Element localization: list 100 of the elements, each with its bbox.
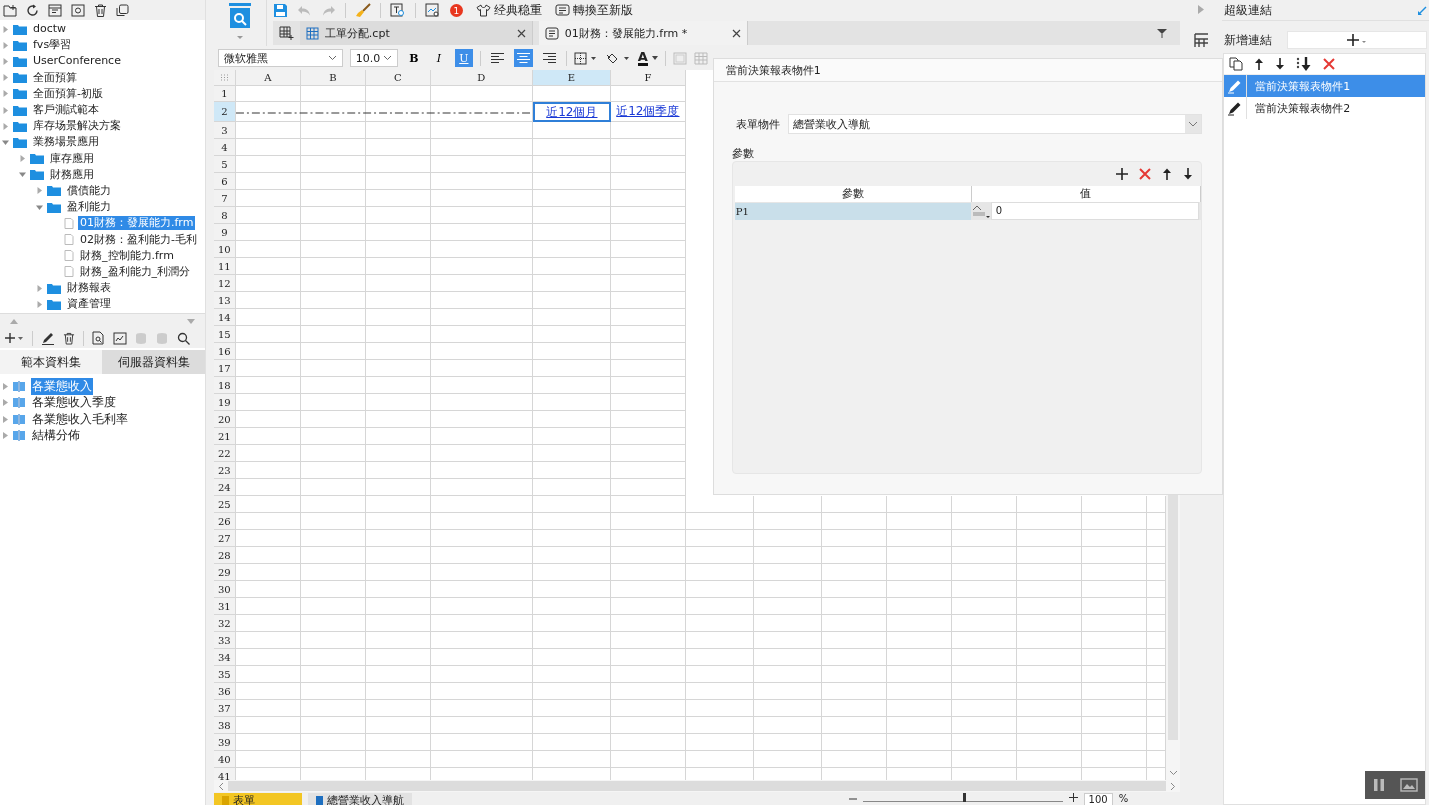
new-sheet-icon[interactable] bbox=[278, 26, 294, 40]
sheet-tab[interactable]: 總營業收入導航 bbox=[307, 793, 412, 805]
form-object-dropdown[interactable]: 總營業收入導航 bbox=[787, 114, 1202, 134]
column-header[interactable]: B bbox=[300, 70, 366, 86]
row-header[interactable]: 9 bbox=[213, 224, 236, 241]
file-search-icon[interactable] bbox=[92, 331, 105, 345]
window-icon[interactable] bbox=[48, 3, 62, 17]
tree-item[interactable]: 償債能力 bbox=[65, 183, 113, 198]
expander-icon[interactable] bbox=[2, 122, 9, 130]
brush-icon[interactable] bbox=[354, 3, 371, 18]
row-header[interactable]: 29 bbox=[213, 564, 236, 581]
arrow-up-icon[interactable] bbox=[1161, 168, 1172, 180]
delete-icon[interactable] bbox=[1323, 58, 1336, 70]
expander-icon[interactable] bbox=[2, 41, 9, 49]
expander-icon[interactable] bbox=[3, 382, 8, 390]
table-cell[interactable]: P1 bbox=[734, 202, 971, 220]
tree-item[interactable]: UserConference bbox=[31, 54, 123, 69]
pause-icon[interactable] bbox=[1372, 778, 1385, 792]
link-item[interactable]: 當前決策報表物件2 bbox=[1224, 97, 1425, 119]
row-header[interactable]: 32 bbox=[213, 615, 236, 632]
row-header[interactable]: 30 bbox=[213, 581, 236, 598]
link-cell[interactable]: 近12個月 bbox=[532, 102, 611, 122]
row-header[interactable]: 36 bbox=[213, 683, 236, 700]
row-header[interactable]: 22 bbox=[213, 445, 236, 462]
dataset-tab[interactable]: 伺服器資料集 bbox=[102, 350, 205, 374]
chevron-right-icon[interactable] bbox=[1170, 781, 1177, 791]
expander-icon[interactable] bbox=[2, 25, 9, 33]
edit-document-icon[interactable] bbox=[113, 331, 127, 345]
row-header[interactable]: 5 bbox=[213, 156, 236, 173]
border-dropdown-icon[interactable] bbox=[573, 51, 598, 65]
delete-icon[interactable] bbox=[1138, 168, 1151, 180]
row-header[interactable]: 17 bbox=[213, 360, 236, 377]
row-header[interactable]: 15 bbox=[213, 326, 236, 343]
row-header[interactable]: 25 bbox=[213, 496, 236, 513]
row-header[interactable]: 31 bbox=[213, 598, 236, 615]
tree-item[interactable]: 全面預算-初版 bbox=[31, 86, 105, 101]
tree-item[interactable]: 01財務：發展能力.frm bbox=[78, 216, 196, 231]
zoom-slider[interactable] bbox=[862, 793, 1063, 802]
row-header[interactable]: 1 bbox=[213, 86, 236, 102]
zoom-field[interactable]: 100 bbox=[1083, 793, 1113, 805]
save-icon[interactable] bbox=[272, 3, 288, 18]
add-dropdown-icon[interactable] bbox=[4, 332, 24, 344]
row-header[interactable]: 35 bbox=[213, 666, 236, 683]
preview-icon[interactable] bbox=[424, 3, 441, 18]
tree-item[interactable]: 客戶測試範本 bbox=[31, 103, 101, 118]
row-header[interactable]: 39 bbox=[213, 734, 236, 751]
row-header[interactable]: 24 bbox=[213, 479, 236, 496]
layout-icon[interactable] bbox=[1193, 33, 1209, 48]
tree-item[interactable]: 库存场景解决方案 bbox=[31, 119, 123, 134]
refresh-icon[interactable] bbox=[26, 3, 39, 17]
collapse-up-icon[interactable] bbox=[10, 318, 18, 324]
trash-icon[interactable] bbox=[63, 331, 75, 345]
tree-item[interactable]: 財務_盈利能力_利潤分 bbox=[78, 264, 192, 279]
expand-right-icon[interactable] bbox=[1198, 5, 1205, 14]
notification-badge[interactable]: 1 bbox=[449, 4, 463, 17]
row-header[interactable]: 34 bbox=[213, 649, 236, 666]
text-style-button[interactable]: I bbox=[429, 49, 448, 67]
tree-item[interactable]: 盈利能力 bbox=[65, 200, 113, 215]
row-header[interactable]: 28 bbox=[213, 547, 236, 564]
row-header[interactable]: 14 bbox=[213, 309, 236, 326]
pencil-icon[interactable] bbox=[41, 331, 55, 345]
expander-icon[interactable] bbox=[19, 155, 26, 163]
expander-icon[interactable] bbox=[36, 187, 43, 195]
expander-icon[interactable] bbox=[2, 90, 9, 98]
row-header[interactable]: 2 bbox=[213, 102, 236, 122]
dataset-item[interactable]: 各業態收入季度 bbox=[31, 394, 117, 412]
expander-icon[interactable] bbox=[3, 432, 8, 440]
search-icon[interactable] bbox=[177, 331, 190, 345]
value-field[interactable]: 0 bbox=[990, 202, 1199, 220]
row-header[interactable]: 4 bbox=[213, 139, 236, 156]
row-header[interactable]: 16 bbox=[213, 343, 236, 360]
scrollbar-thumb[interactable] bbox=[227, 781, 1167, 791]
row-header[interactable]: 26 bbox=[213, 513, 236, 530]
row-header[interactable]: 18 bbox=[213, 377, 236, 394]
tree-item[interactable]: 02財務：盈利能力-毛利 bbox=[78, 232, 199, 247]
expander-icon[interactable] bbox=[2, 74, 9, 82]
column-header[interactable]: A bbox=[235, 70, 301, 86]
close-icon[interactable] bbox=[516, 28, 526, 38]
row-header[interactable]: 33 bbox=[213, 632, 236, 649]
editor-tab[interactable]: 01財務：發展能力.frm * bbox=[538, 21, 748, 45]
arrow-up-icon[interactable] bbox=[1254, 58, 1265, 70]
row-header[interactable]: 27 bbox=[213, 530, 236, 547]
row-header[interactable]: 12 bbox=[213, 275, 236, 292]
folder-add-icon[interactable] bbox=[3, 3, 17, 17]
tree-item[interactable]: 財務_控制能力.frm bbox=[78, 248, 176, 263]
toolbar-button[interactable]: 经典稳重 bbox=[475, 2, 542, 19]
tree-item[interactable]: 業務場景應用 bbox=[31, 135, 101, 150]
row-header[interactable]: 21 bbox=[213, 428, 236, 445]
trash-icon[interactable] bbox=[94, 3, 107, 17]
row-header[interactable]: 10 bbox=[213, 241, 236, 258]
row-header[interactable]: 6 bbox=[213, 173, 236, 190]
add-icon[interactable] bbox=[1115, 168, 1128, 180]
arrow-down-icon[interactable] bbox=[1275, 58, 1286, 70]
font-size-dropdown[interactable]: 10.0 bbox=[349, 49, 398, 67]
expander-icon[interactable] bbox=[36, 203, 43, 211]
row-header[interactable]: 19 bbox=[213, 394, 236, 411]
arrow-down-icon[interactable] bbox=[1182, 168, 1193, 180]
tree-item[interactable]: doctw bbox=[31, 22, 69, 37]
text-search-icon[interactable] bbox=[389, 3, 406, 18]
dataset-item[interactable]: 各業態收入毛利率 bbox=[31, 410, 129, 428]
